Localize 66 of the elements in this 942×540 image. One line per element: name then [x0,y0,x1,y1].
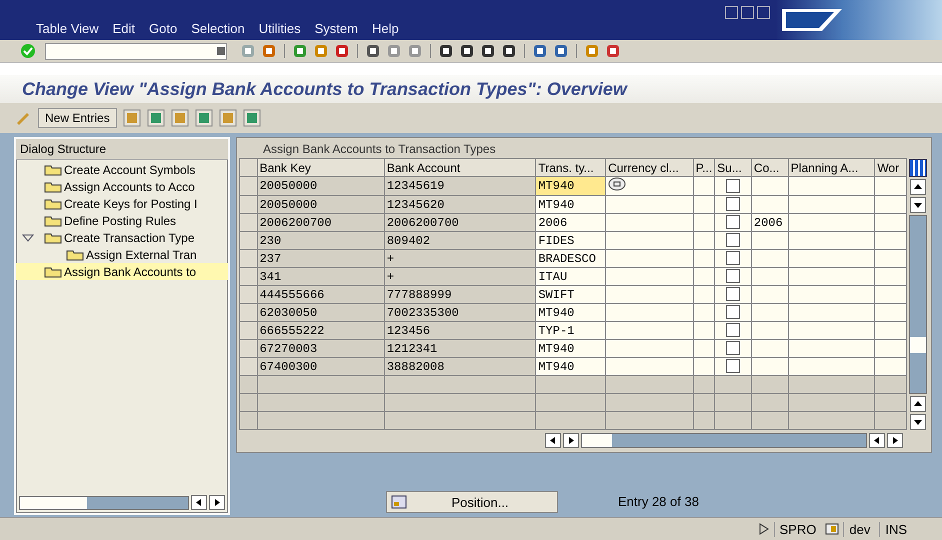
column-header[interactable]: Bank Account [384,158,536,176]
table-cell: 444555666 [257,286,384,304]
column-header[interactable]: Su... [714,158,752,176]
menu-item[interactable]: System [314,21,358,36]
tree-item[interactable]: Create Transaction Type [16,229,228,246]
table-cell: 341 [257,268,384,286]
screen-title: Change View "Assign Bank Accounts to Transaction Types": Overview [0,75,942,103]
menu-item[interactable]: Help [372,21,399,36]
table-cell: 123456 [384,322,536,340]
table-cell[interactable]: MT940 [536,358,606,376]
system-name: dev [843,522,876,536]
table-cell: 809402 [384,232,536,250]
table-cell[interactable]: MT940 [536,304,606,322]
tree-item[interactable]: Create Account Symbols [16,161,228,178]
column-header[interactable]: P... [693,158,715,176]
input-mode: INS [879,522,912,536]
menu-item[interactable]: Edit [112,21,136,36]
menu-item[interactable]: Goto [149,21,178,36]
entry-count: Entry 28 of 38 [618,494,699,511]
column-header[interactable]: Wor [874,158,907,176]
table-cell: 62030050 [257,304,384,322]
table-cell[interactable]: MT940 [536,176,606,196]
menu-item[interactable]: Utilities [258,21,301,36]
table-cell: 2006200700 [257,214,384,232]
table-title: Assign Bank Accounts to Transaction Types [262,141,497,158]
table-cell: 2006 [754,216,783,230]
tree-item[interactable]: Assign Bank Accounts to [16,263,228,280]
table-cell: 20050000 [257,176,384,196]
table-cell: 1212341 [384,340,536,358]
table-cell[interactable]: FIDES [536,232,606,250]
table-cell: + [384,250,536,268]
column-header[interactable]: Planning A... [788,158,875,176]
tree-item[interactable]: Assign Accounts to Acco [16,178,228,195]
new-entries-button[interactable]: New Entries [38,108,117,128]
table-cell: 230 [257,232,384,250]
table-cell: 12345620 [384,196,536,214]
table-cell[interactable]: BRADESCO [536,250,606,268]
column-header[interactable]: Bank Key [257,158,384,176]
table-cell: 237 [257,250,384,268]
menu-item[interactable]: Table View [36,21,99,36]
table-cell: 777888999 [384,286,536,304]
tree-item[interactable]: Define Posting Rules [16,212,228,229]
table-cell[interactable]: 2006 [536,214,606,232]
table-cell[interactable]: MT940 [536,340,606,358]
table-cell[interactable]: MT940 [536,196,606,214]
column-header[interactable]: Co... [751,158,788,176]
table-cell: 12345619 [384,176,536,196]
table-cell[interactable]: SWIFT [536,286,606,304]
table-cell[interactable]: TYP-1 [536,322,606,340]
table-cell: + [384,268,536,286]
tree-item[interactable]: Assign External Tran [16,246,228,263]
column-header[interactable]: Trans. ty... [536,158,606,176]
table-cell: 20050000 [257,196,384,214]
table-cell: 666555222 [257,322,384,340]
menu-item[interactable]: Selection [191,21,245,36]
table-cell: 67270003 [257,340,384,358]
position-button[interactable]: Position... [386,491,558,513]
table-cell: 2006200700 [384,214,536,232]
table-cell: 67400300 [257,358,384,376]
tree-item[interactable]: Create Keys for Posting I [16,195,228,212]
panel-header: Dialog Structure [16,139,228,160]
transaction-code: SPRO [774,522,822,536]
table-cell: 7002335300 [384,304,536,322]
table-cell: 38882008 [384,358,536,376]
column-header[interactable]: Currency cl... [606,158,694,176]
table-cell[interactable]: ITAU [536,268,606,286]
